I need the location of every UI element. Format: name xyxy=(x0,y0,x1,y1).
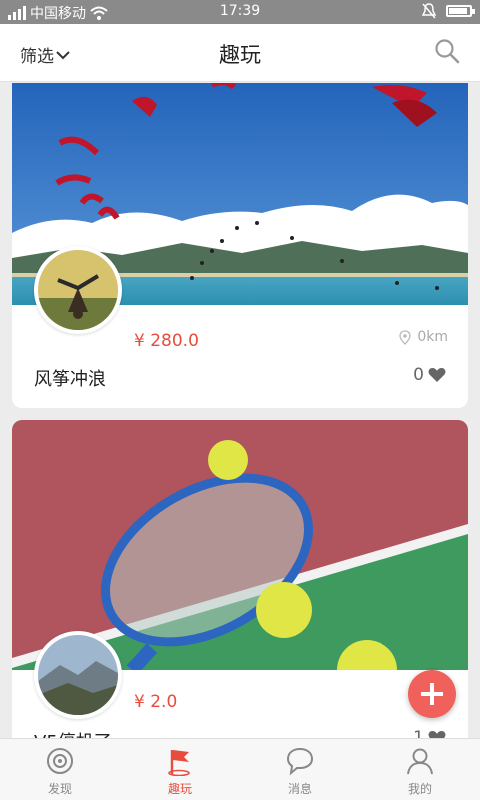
battery-icon xyxy=(446,5,475,17)
tab-label: 发现 xyxy=(47,782,72,796)
distance-info: 0km xyxy=(399,329,448,345)
like-count: 1 xyxy=(413,728,424,738)
activity-title: V5停机了 xyxy=(34,728,112,738)
tab-discover[interactable]: 发现 xyxy=(0,739,120,800)
add-activity-button[interactable] xyxy=(408,670,456,718)
search-button[interactable] xyxy=(434,38,460,68)
mute-bell-icon xyxy=(422,3,436,19)
discover-icon xyxy=(47,748,73,774)
location-pin-icon xyxy=(399,329,411,345)
tab-fun[interactable]: 趣玩 xyxy=(120,739,240,800)
price-label: ¥ 2.0 xyxy=(134,692,178,712)
bottom-tab-bar: 发现 趣玩 消息 我的 xyxy=(0,738,480,800)
heart-icon xyxy=(428,730,446,738)
search-icon xyxy=(435,39,460,64)
avatar[interactable] xyxy=(34,246,122,334)
activity-card[interactable]: ¥ 2.0 V5停机了 1 xyxy=(12,420,468,738)
activity-title: 风筝冲浪 xyxy=(34,369,106,390)
tab-label: 我的 xyxy=(407,782,432,796)
price-label: ¥ 280.0 xyxy=(134,331,199,351)
distance-value: 0km xyxy=(417,329,448,345)
message-icon xyxy=(286,747,314,776)
activity-card[interactable]: ¥ 280.0 0km 风筝冲浪 0 xyxy=(12,83,468,408)
status-time: 17:39 xyxy=(219,3,261,19)
like-count: 0 xyxy=(413,365,424,385)
activity-feed[interactable]: ¥ 280.0 0km 风筝冲浪 0 ¥ 2.0 1 xyxy=(0,83,480,738)
flag-icon xyxy=(168,750,190,776)
status-bar: 中国移动 17:39 xyxy=(0,0,480,24)
profile-icon xyxy=(407,748,433,775)
page-title: 趣玩 xyxy=(219,43,261,67)
tab-profile[interactable]: 我的 xyxy=(360,739,480,800)
like-button[interactable]: 1 xyxy=(413,728,446,738)
tab-label: 消息 xyxy=(287,782,312,796)
tab-label: 趣玩 xyxy=(167,782,192,796)
avatar[interactable] xyxy=(34,631,122,719)
status-right xyxy=(422,3,475,19)
heart-icon xyxy=(428,367,446,382)
tab-messages[interactable]: 消息 xyxy=(240,739,360,800)
like-button[interactable]: 0 xyxy=(413,365,446,385)
top-nav: 筛选 趣玩 xyxy=(0,24,480,82)
